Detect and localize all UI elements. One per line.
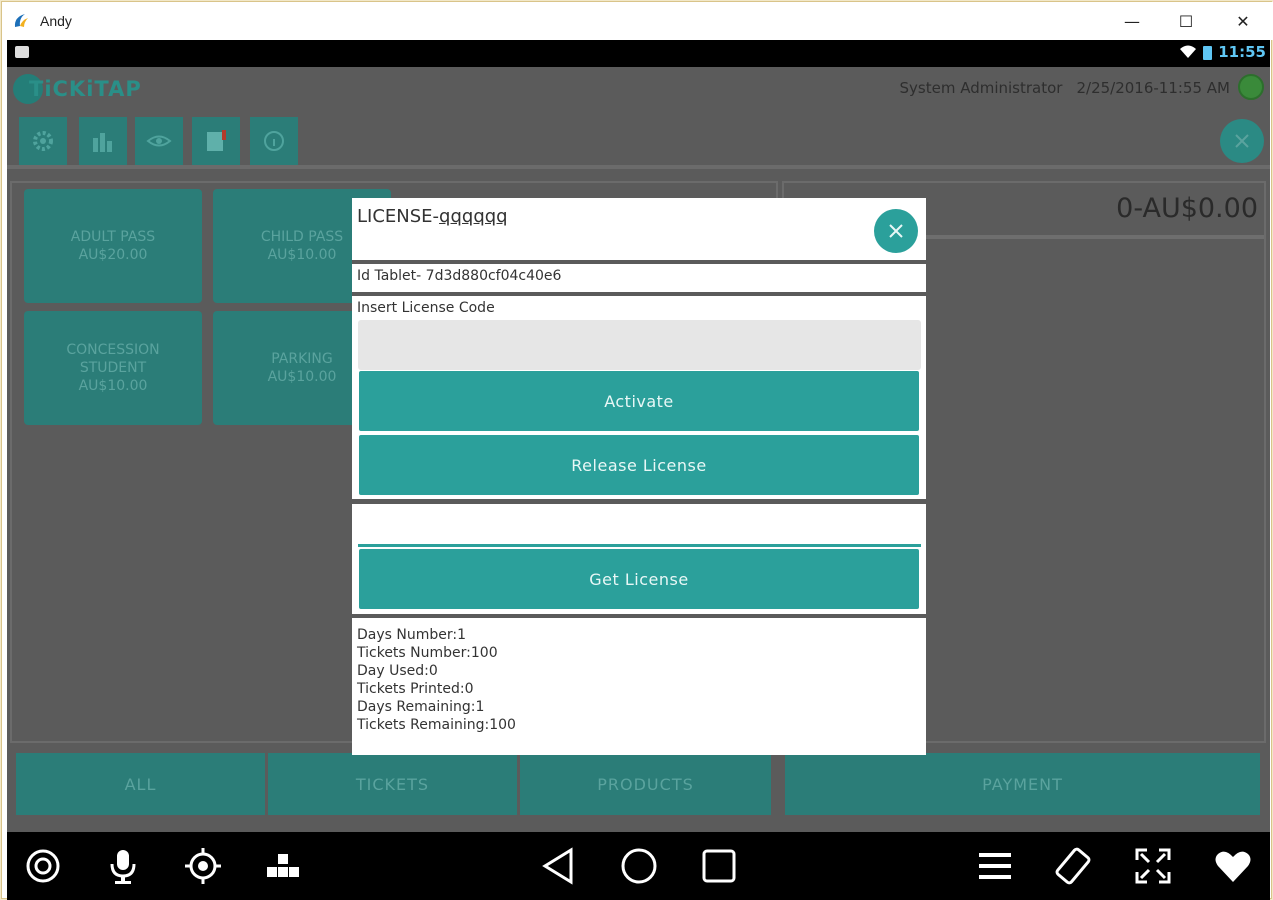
microphone-button[interactable]: [101, 844, 145, 888]
wifi-icon: [1180, 45, 1197, 58]
dialog-close-button[interactable]: [874, 209, 918, 253]
stat-tickets-remaining: Tickets Remaining:100: [357, 717, 516, 733]
stat-day-used: Day Used:0: [357, 663, 438, 679]
close-window-button[interactable]: ✕: [1220, 6, 1266, 36]
camera-icon: [26, 849, 60, 883]
battery-icon: [1203, 45, 1213, 60]
blocks-icon: [267, 854, 299, 877]
home-button[interactable]: [617, 844, 661, 888]
recents-square-icon: [702, 849, 736, 883]
close-icon: [1235, 134, 1249, 148]
license-code-input[interactable]: [358, 320, 921, 370]
microphone-icon: [110, 850, 136, 884]
gear-icon: [33, 131, 53, 151]
dialog-title: LICENSE-qqqqqq: [357, 206, 508, 227]
settings-button[interactable]: [19, 117, 67, 165]
minimize-button[interactable]: —: [1109, 6, 1155, 36]
window-title: Andy: [40, 13, 72, 29]
stat-days-number: Days Number:1: [357, 627, 467, 643]
notification-icon: [15, 46, 29, 58]
dialog-header: LICENSE-qqqqqq: [352, 198, 926, 260]
bar-chart-icon: [93, 133, 112, 152]
tab-all[interactable]: ALL: [16, 753, 265, 815]
favorite-button[interactable]: [1211, 844, 1255, 888]
flag-icon: [207, 130, 226, 151]
toolbar: [7, 109, 1270, 169]
back-button[interactable]: [537, 844, 581, 888]
license-dialog: LICENSE-qqqqqq Id Tablet- 7d3d880cf04c40…: [352, 198, 926, 755]
tab-tickets[interactable]: TICKETS: [268, 753, 517, 815]
fullscreen-icon: [1135, 848, 1171, 884]
connection-status-icon[interactable]: [1238, 74, 1264, 100]
window-titlebar: Andy — ☐ ✕: [2, 2, 1273, 40]
emulator-window: Andy — ☐ ✕ 11:55 TiCKiTAP System Adminis…: [1, 1, 1273, 900]
license-code-section: Insert License Code Activate Release Lic…: [352, 296, 926, 499]
product-tile-concession-student[interactable]: CONCESSION STUDENT AU$10.00: [24, 311, 202, 425]
app-header: TiCKiTAP System Administrator 2/25/2016-1…: [7, 67, 1270, 109]
camera-button[interactable]: [21, 844, 65, 888]
info-button[interactable]: [250, 117, 298, 165]
tickitap-app: TiCKiTAP System Administrator 2/25/2016-1…: [7, 67, 1270, 832]
recents-button[interactable]: [697, 844, 741, 888]
get-license-section: Get License: [352, 504, 926, 614]
get-license-input[interactable]: [358, 508, 921, 544]
toolbar-close-button[interactable]: [1220, 119, 1264, 163]
tablet-id-row: Id Tablet- 7d3d880cf04c40e6: [352, 264, 926, 292]
release-license-button[interactable]: Release License: [359, 435, 919, 495]
tablet-id: Id Tablet- 7d3d880cf04c40e6: [357, 268, 562, 284]
bottom-tabs: ALL TICKETS PRODUCTS PAYMENT: [7, 747, 1270, 832]
home-circle-icon: [621, 848, 657, 884]
tab-products[interactable]: PRODUCTS: [520, 753, 771, 815]
current-datetime: 2/25/2016-11:55 AM: [1076, 79, 1230, 97]
cart-total: 0-AU$0.00: [1116, 193, 1258, 224]
get-license-button[interactable]: Get License: [359, 549, 919, 609]
menu-button[interactable]: [973, 844, 1017, 888]
heart-icon: [1215, 851, 1251, 882]
report-flag-button[interactable]: [192, 117, 240, 165]
brand-name: TiCKiTAP: [29, 77, 142, 101]
brand-logo: TiCKiTAP: [13, 73, 142, 105]
hamburger-menu-icon: [979, 853, 1011, 879]
apps-button[interactable]: [261, 844, 305, 888]
rotate-button[interactable]: [1051, 844, 1095, 888]
info-icon: [264, 131, 284, 151]
android-nav-bar: [7, 832, 1270, 900]
license-code-link[interactable]: qqqqqq: [439, 206, 508, 227]
reports-button[interactable]: [79, 117, 127, 165]
android-screen: 11:55 TiCKiTAP System Administrator 2/25/…: [7, 40, 1270, 900]
gps-target-icon: [185, 848, 221, 884]
view-button[interactable]: [135, 117, 183, 165]
activate-button[interactable]: Activate: [359, 371, 919, 431]
andy-logo-icon: [14, 14, 28, 27]
stat-days-remaining: Days Remaining:1: [357, 699, 485, 715]
stat-tickets-printed: Tickets Printed:0: [357, 681, 474, 697]
fullscreen-button[interactable]: [1131, 844, 1175, 888]
insert-license-label: Insert License Code: [357, 300, 495, 316]
back-triangle-icon: [542, 847, 573, 885]
user-info: System Administrator 2/25/2016-11:55 AM: [900, 79, 1231, 97]
payment-button[interactable]: PAYMENT: [785, 753, 1260, 815]
user-name: System Administrator: [899, 79, 1063, 97]
license-stats: Days Number:1 Tickets Number:100 Day Use…: [352, 618, 926, 755]
maximize-button[interactable]: ☐: [1163, 6, 1209, 36]
eye-icon: [146, 135, 172, 147]
location-button[interactable]: [181, 844, 225, 888]
rotate-screen-icon: [1055, 847, 1091, 885]
status-bar: 11:55: [7, 40, 1270, 67]
status-time: 11:55: [1218, 43, 1266, 61]
stat-tickets-number: Tickets Number:100: [357, 645, 498, 661]
product-tile-adult-pass[interactable]: ADULT PASS AU$20.00: [24, 189, 202, 303]
input-underline: [358, 544, 921, 547]
close-icon: [889, 224, 903, 238]
